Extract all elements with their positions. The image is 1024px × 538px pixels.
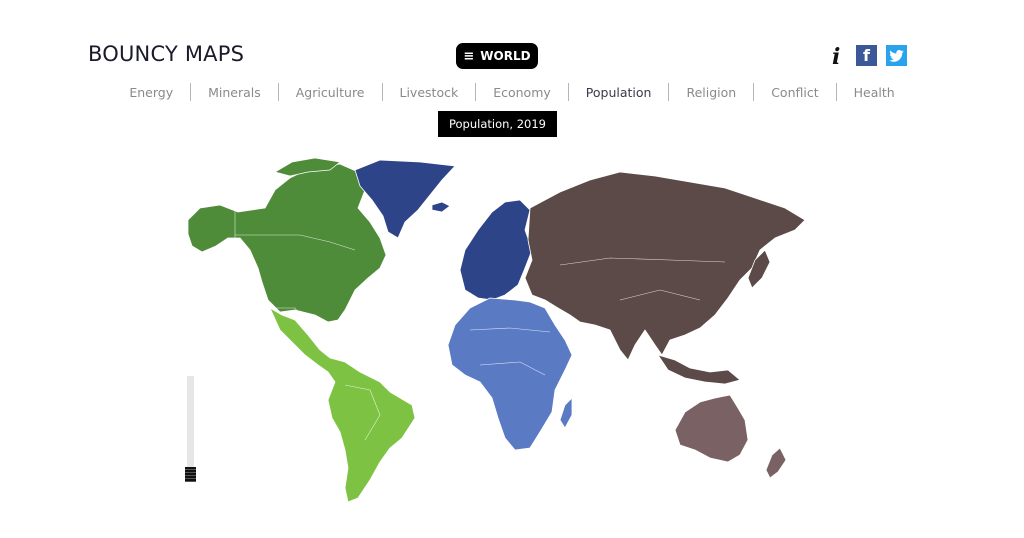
nav-item-religion[interactable]: Religion: [669, 85, 753, 100]
region-new-zealand[interactable]: [765, 447, 787, 479]
nav-item-population[interactable]: Population: [569, 85, 669, 100]
region-oceania[interactable]: [674, 394, 749, 463]
region-europe[interactable]: [459, 199, 533, 301]
world-button-label: WORLD: [480, 49, 531, 63]
nav-item-agriculture[interactable]: Agriculture: [279, 85, 382, 100]
region-africa[interactable]: [447, 297, 573, 451]
world-menu-button[interactable]: ≡ WORLD: [456, 43, 538, 69]
zoom-slider-handle[interactable]: [185, 467, 196, 482]
info-icon[interactable]: i: [832, 44, 840, 70]
hamburger-icon: ≡: [463, 48, 475, 64]
region-latin-america[interactable]: [269, 307, 416, 503]
dataset-tooltip: Population, 2019: [438, 111, 557, 137]
nav-item-health[interactable]: Health: [837, 85, 912, 100]
zoom-slider-track[interactable]: [187, 376, 194, 476]
facebook-icon[interactable]: f: [856, 45, 877, 66]
category-nav: Energy Minerals Agriculture Livestock Ec…: [0, 83, 1024, 101]
world-map: [187, 157, 806, 503]
region-north-america[interactable]: [187, 163, 387, 323]
region-iceland[interactable]: [431, 201, 451, 213]
nav-item-energy[interactable]: Energy: [112, 85, 190, 100]
nav-item-livestock[interactable]: Livestock: [383, 85, 476, 100]
brand-title: BOUNCY MAPS: [88, 42, 245, 66]
twitter-icon[interactable]: [886, 45, 907, 66]
nav-item-conflict[interactable]: Conflict: [754, 85, 835, 100]
nav-item-minerals[interactable]: Minerals: [191, 85, 278, 100]
region-southeast-asia[interactable]: [657, 354, 741, 385]
region-madagascar[interactable]: [559, 397, 573, 429]
nav-item-economy[interactable]: Economy: [476, 85, 568, 100]
